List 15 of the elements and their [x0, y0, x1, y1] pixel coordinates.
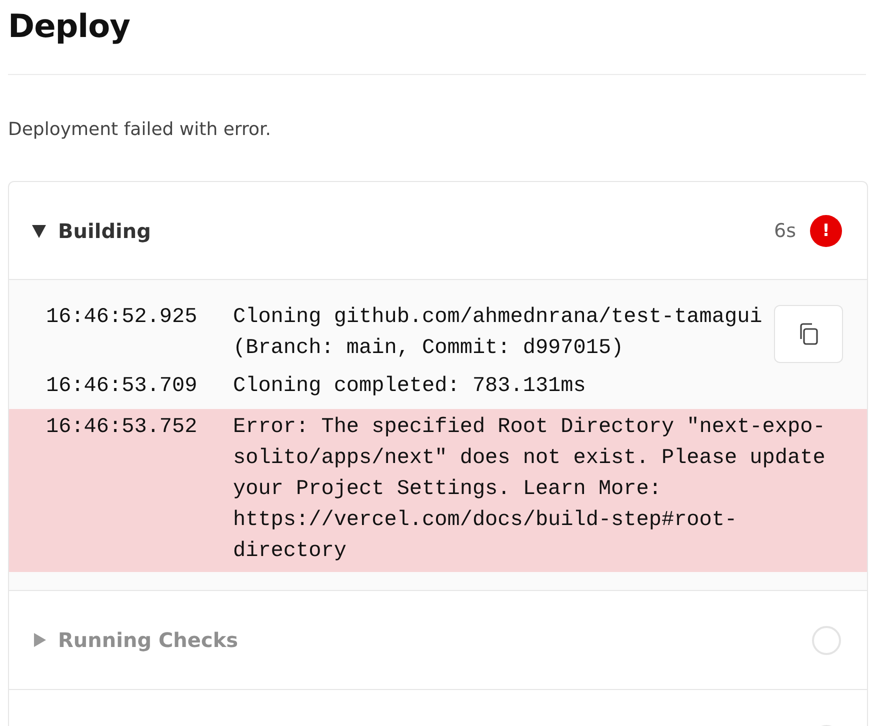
log-message: Cloning completed: 783.131ms [233, 374, 587, 400]
log-time: 16:46:52.925 [46, 305, 197, 331]
copy-button[interactable] [774, 305, 843, 363]
copy-icon [798, 322, 820, 346]
pending-icon [812, 626, 841, 654]
error-icon: ! [810, 214, 842, 246]
step-duration: 6s [774, 220, 796, 242]
status-message: Deployment failed with error. [8, 118, 272, 142]
step-title: Running Checks [58, 628, 238, 652]
log-message: Cloning github.com/ahmednrana/test-tamagui (Branch: main, Commit: d997015) [233, 305, 764, 362]
log-time: 16:46:53.709 [46, 374, 197, 400]
page-title: Deploy [8, 6, 131, 47]
log-time: 16:46:53.752 [46, 415, 197, 441]
step-title: Building [58, 218, 151, 242]
log-message: Error: The specified Root Directory "next-expo-solito/apps/next" does not exist. Please update your Project Settings. Learn More: https://vercel.com/docs/build-step#root-directory [233, 415, 826, 565]
